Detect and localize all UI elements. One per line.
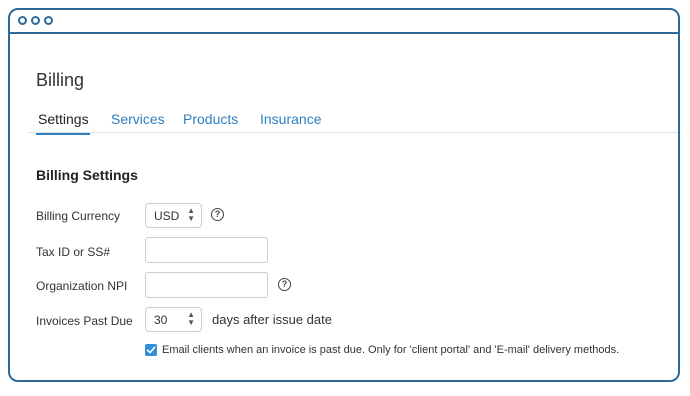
billing-currency-value: USD [154,209,180,223]
tab-services[interactable]: Services [111,111,165,127]
organization-npi-field[interactable] [145,272,268,298]
window-control-icon[interactable] [18,16,27,25]
tab-products[interactable]: Products [183,111,238,127]
window-titlebar [10,10,678,34]
billing-currency-label: Billing Currency [36,209,121,223]
question-circle-icon[interactable]: ? [278,278,291,291]
email-past-due-label[interactable]: Email clients when an invoice is past du… [162,344,619,356]
question-circle-icon[interactable]: ? [211,208,224,221]
tab-insurance[interactable]: Insurance [260,111,321,127]
window-control-icon[interactable] [44,16,53,25]
invoices-past-due-stepper[interactable]: 30 ▲ ▼ [145,307,202,332]
invoices-past-due-value: 30 [154,313,168,327]
tabs-divider [28,132,678,133]
past-due-suffix: days after issue date [212,312,332,327]
email-past-due-checkbox[interactable] [145,344,157,356]
organization-npi-label: Organization NPI [36,279,128,293]
checkmark-icon [146,346,156,354]
invoices-past-due-label: Invoices Past Due [36,314,133,328]
window-control-icon[interactable] [31,16,40,25]
stepper-arrows-icon[interactable]: ▲ ▼ [187,311,195,327]
select-arrows-icon: ▲ ▼ [187,206,195,223]
page-title: Billing [36,70,85,90]
tab-settings[interactable]: Settings [38,111,89,127]
tax-id-field[interactable] [145,237,268,263]
section-title: Billing Settings [36,167,138,183]
browser-window: Billing Settings Services Products Insur… [8,8,680,382]
billing-currency-select[interactable]: USD ▲ ▼ [145,203,202,228]
tax-id-label: Tax ID or SS# [36,245,111,259]
